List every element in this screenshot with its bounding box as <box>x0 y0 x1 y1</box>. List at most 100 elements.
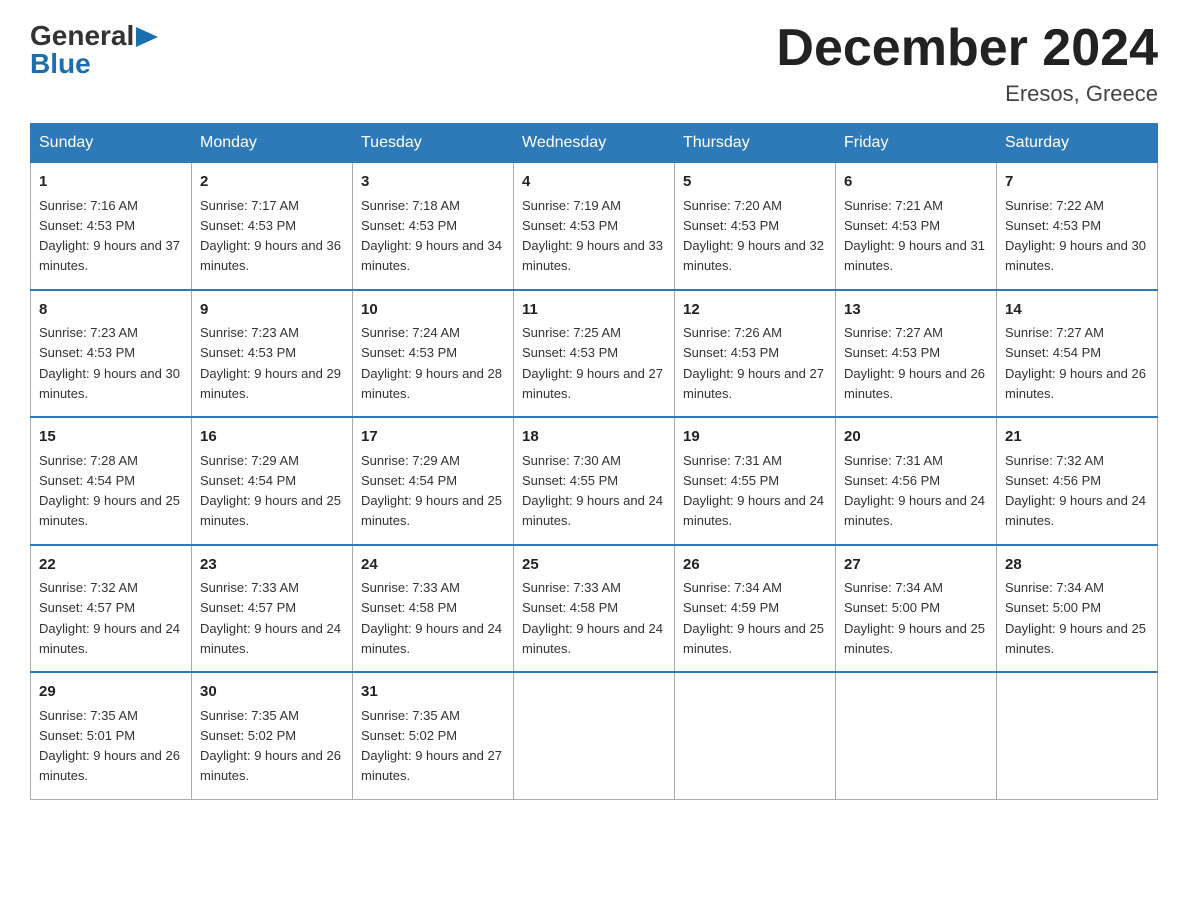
day-info: Sunrise: 7:30 AMSunset: 4:55 PMDaylight:… <box>522 453 663 529</box>
day-number: 20 <box>844 426 988 449</box>
day-info: Sunrise: 7:23 AMSunset: 4:53 PMDaylight:… <box>200 325 341 401</box>
day-info: Sunrise: 7:35 AMSunset: 5:02 PMDaylight:… <box>200 708 341 784</box>
day-number: 11 <box>522 299 666 322</box>
table-row: 24 Sunrise: 7:33 AMSunset: 4:58 PMDaylig… <box>353 545 514 673</box>
day-info: Sunrise: 7:20 AMSunset: 4:53 PMDaylight:… <box>683 198 824 274</box>
day-number: 22 <box>39 554 183 577</box>
day-info: Sunrise: 7:35 AMSunset: 5:01 PMDaylight:… <box>39 708 180 784</box>
day-number: 2 <box>200 171 344 194</box>
day-number: 24 <box>361 554 505 577</box>
day-info: Sunrise: 7:16 AMSunset: 4:53 PMDaylight:… <box>39 198 180 274</box>
table-row <box>514 672 675 799</box>
table-row: 2 Sunrise: 7:17 AMSunset: 4:53 PMDayligh… <box>192 163 353 290</box>
table-row: 26 Sunrise: 7:34 AMSunset: 4:59 PMDaylig… <box>675 545 836 673</box>
table-row: 19 Sunrise: 7:31 AMSunset: 4:55 PMDaylig… <box>675 417 836 545</box>
day-number: 5 <box>683 171 827 194</box>
table-row: 11 Sunrise: 7:25 AMSunset: 4:53 PMDaylig… <box>514 290 675 418</box>
day-info: Sunrise: 7:31 AMSunset: 4:56 PMDaylight:… <box>844 453 985 529</box>
col-friday: Friday <box>836 124 997 163</box>
day-number: 9 <box>200 299 344 322</box>
table-row: 16 Sunrise: 7:29 AMSunset: 4:54 PMDaylig… <box>192 417 353 545</box>
calendar-header-row: Sunday Monday Tuesday Wednesday Thursday… <box>31 124 1158 163</box>
day-number: 6 <box>844 171 988 194</box>
col-monday: Monday <box>192 124 353 163</box>
day-info: Sunrise: 7:32 AMSunset: 4:57 PMDaylight:… <box>39 580 180 656</box>
day-info: Sunrise: 7:23 AMSunset: 4:53 PMDaylight:… <box>39 325 180 401</box>
table-row: 20 Sunrise: 7:31 AMSunset: 4:56 PMDaylig… <box>836 417 997 545</box>
day-info: Sunrise: 7:18 AMSunset: 4:53 PMDaylight:… <box>361 198 502 274</box>
page-header: General Blue December 2024 Eresos, Greec… <box>30 20 1158 107</box>
logo-blue: Blue <box>30 48 91 79</box>
table-row: 17 Sunrise: 7:29 AMSunset: 4:54 PMDaylig… <box>353 417 514 545</box>
table-row: 10 Sunrise: 7:24 AMSunset: 4:53 PMDaylig… <box>353 290 514 418</box>
table-row: 25 Sunrise: 7:33 AMSunset: 4:58 PMDaylig… <box>514 545 675 673</box>
table-row: 6 Sunrise: 7:21 AMSunset: 4:53 PMDayligh… <box>836 163 997 290</box>
day-number: 29 <box>39 681 183 704</box>
table-row <box>675 672 836 799</box>
table-row: 5 Sunrise: 7:20 AMSunset: 4:53 PMDayligh… <box>675 163 836 290</box>
day-number: 14 <box>1005 299 1149 322</box>
calendar-week-row: 1 Sunrise: 7:16 AMSunset: 4:53 PMDayligh… <box>31 163 1158 290</box>
calendar-week-row: 8 Sunrise: 7:23 AMSunset: 4:53 PMDayligh… <box>31 290 1158 418</box>
day-number: 27 <box>844 554 988 577</box>
table-row: 22 Sunrise: 7:32 AMSunset: 4:57 PMDaylig… <box>31 545 192 673</box>
day-number: 28 <box>1005 554 1149 577</box>
col-sunday: Sunday <box>31 124 192 163</box>
day-number: 18 <box>522 426 666 449</box>
day-number: 19 <box>683 426 827 449</box>
title-block: December 2024 Eresos, Greece <box>776 20 1158 107</box>
table-row <box>836 672 997 799</box>
table-row: 21 Sunrise: 7:32 AMSunset: 4:56 PMDaylig… <box>997 417 1158 545</box>
table-row: 18 Sunrise: 7:30 AMSunset: 4:55 PMDaylig… <box>514 417 675 545</box>
table-row: 29 Sunrise: 7:35 AMSunset: 5:01 PMDaylig… <box>31 672 192 799</box>
day-number: 1 <box>39 171 183 194</box>
day-number: 17 <box>361 426 505 449</box>
day-number: 15 <box>39 426 183 449</box>
day-info: Sunrise: 7:31 AMSunset: 4:55 PMDaylight:… <box>683 453 824 529</box>
location-subtitle: Eresos, Greece <box>776 81 1158 107</box>
day-info: Sunrise: 7:34 AMSunset: 5:00 PMDaylight:… <box>1005 580 1146 656</box>
day-info: Sunrise: 7:27 AMSunset: 4:54 PMDaylight:… <box>1005 325 1146 401</box>
day-info: Sunrise: 7:32 AMSunset: 4:56 PMDaylight:… <box>1005 453 1146 529</box>
logo: General Blue <box>30 20 158 80</box>
day-info: Sunrise: 7:29 AMSunset: 4:54 PMDaylight:… <box>200 453 341 529</box>
day-number: 23 <box>200 554 344 577</box>
calendar-week-row: 15 Sunrise: 7:28 AMSunset: 4:54 PMDaylig… <box>31 417 1158 545</box>
day-info: Sunrise: 7:28 AMSunset: 4:54 PMDaylight:… <box>39 453 180 529</box>
day-info: Sunrise: 7:29 AMSunset: 4:54 PMDaylight:… <box>361 453 502 529</box>
day-info: Sunrise: 7:26 AMSunset: 4:53 PMDaylight:… <box>683 325 824 401</box>
day-number: 10 <box>361 299 505 322</box>
col-saturday: Saturday <box>997 124 1158 163</box>
col-wednesday: Wednesday <box>514 124 675 163</box>
table-row: 4 Sunrise: 7:19 AMSunset: 4:53 PMDayligh… <box>514 163 675 290</box>
day-info: Sunrise: 7:19 AMSunset: 4:53 PMDaylight:… <box>522 198 663 274</box>
table-row: 1 Sunrise: 7:16 AMSunset: 4:53 PMDayligh… <box>31 163 192 290</box>
day-number: 3 <box>361 171 505 194</box>
calendar-week-row: 22 Sunrise: 7:32 AMSunset: 4:57 PMDaylig… <box>31 545 1158 673</box>
day-info: Sunrise: 7:27 AMSunset: 4:53 PMDaylight:… <box>844 325 985 401</box>
table-row <box>997 672 1158 799</box>
table-row: 27 Sunrise: 7:34 AMSunset: 5:00 PMDaylig… <box>836 545 997 673</box>
table-row: 9 Sunrise: 7:23 AMSunset: 4:53 PMDayligh… <box>192 290 353 418</box>
table-row: 12 Sunrise: 7:26 AMSunset: 4:53 PMDaylig… <box>675 290 836 418</box>
day-number: 8 <box>39 299 183 322</box>
calendar-week-row: 29 Sunrise: 7:35 AMSunset: 5:01 PMDaylig… <box>31 672 1158 799</box>
day-info: Sunrise: 7:17 AMSunset: 4:53 PMDaylight:… <box>200 198 341 274</box>
day-info: Sunrise: 7:25 AMSunset: 4:53 PMDaylight:… <box>522 325 663 401</box>
day-info: Sunrise: 7:21 AMSunset: 4:53 PMDaylight:… <box>844 198 985 274</box>
col-thursday: Thursday <box>675 124 836 163</box>
table-row: 23 Sunrise: 7:33 AMSunset: 4:57 PMDaylig… <box>192 545 353 673</box>
day-number: 31 <box>361 681 505 704</box>
day-number: 12 <box>683 299 827 322</box>
day-number: 4 <box>522 171 666 194</box>
table-row: 8 Sunrise: 7:23 AMSunset: 4:53 PMDayligh… <box>31 290 192 418</box>
day-info: Sunrise: 7:33 AMSunset: 4:57 PMDaylight:… <box>200 580 341 656</box>
day-number: 30 <box>200 681 344 704</box>
day-number: 13 <box>844 299 988 322</box>
day-info: Sunrise: 7:35 AMSunset: 5:02 PMDaylight:… <box>361 708 502 784</box>
day-info: Sunrise: 7:22 AMSunset: 4:53 PMDaylight:… <box>1005 198 1146 274</box>
table-row: 31 Sunrise: 7:35 AMSunset: 5:02 PMDaylig… <box>353 672 514 799</box>
day-number: 16 <box>200 426 344 449</box>
calendar-table: Sunday Monday Tuesday Wednesday Thursday… <box>30 123 1158 800</box>
day-number: 21 <box>1005 426 1149 449</box>
